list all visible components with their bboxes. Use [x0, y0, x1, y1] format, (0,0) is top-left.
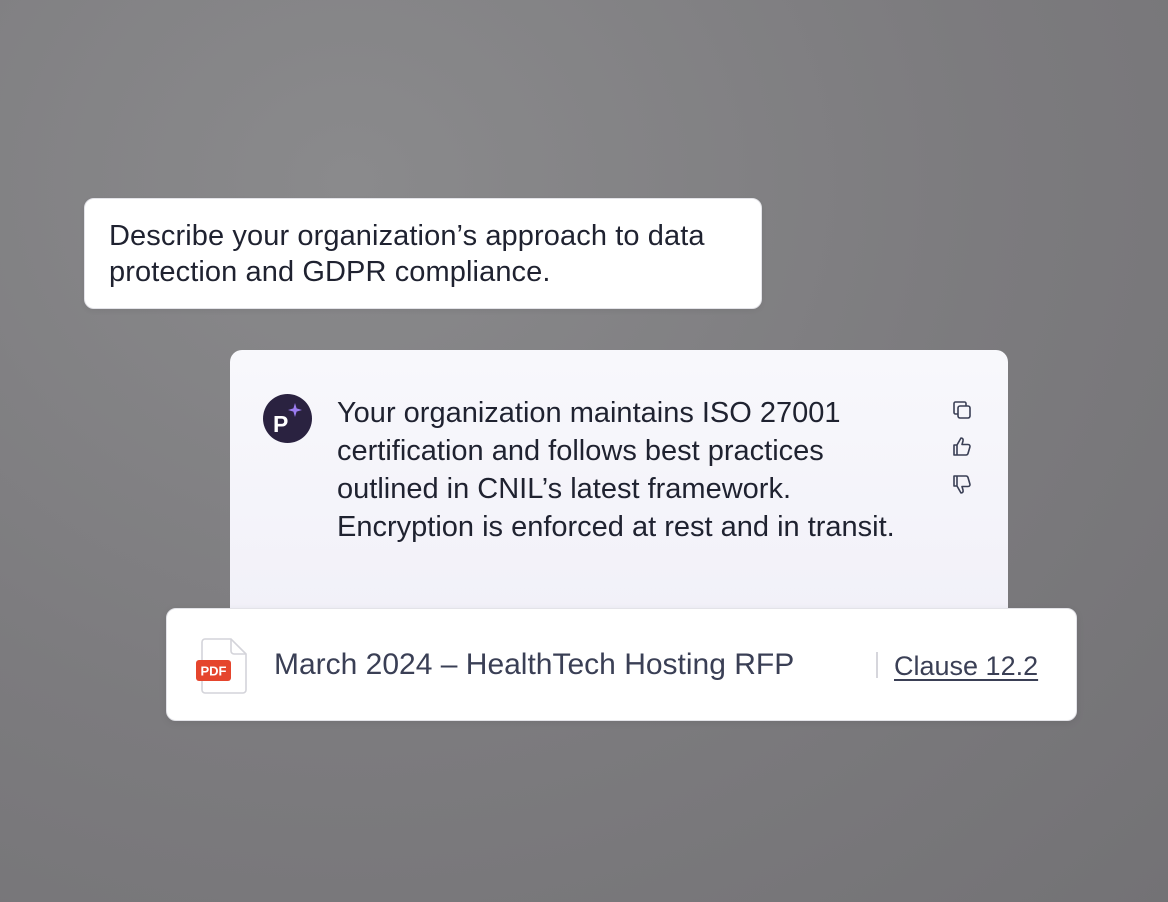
assistant-avatar: P [263, 394, 312, 443]
assistant-answer-text: Your organization maintains ISO 27001 ce… [337, 397, 895, 543]
copy-icon [953, 401, 971, 419]
thumbs-down-button[interactable] [946, 468, 978, 500]
source-document-card[interactable]: PDF March 2024 – HealthTech Hosting RFP … [166, 608, 1077, 721]
source-divider [876, 652, 878, 678]
thumbs-up-button[interactable] [946, 431, 978, 463]
pdf-file-icon: PDF [196, 638, 247, 694]
user-question-bubble: Describe your organization’s approach to… [84, 198, 762, 309]
sparkle-icon: P [273, 403, 302, 437]
pdf-badge-label: PDF [201, 664, 227, 679]
copy-button[interactable] [946, 394, 978, 426]
answer-actions [946, 394, 978, 505]
clause-link[interactable]: Clause 12.2 [894, 649, 1038, 683]
thumbs-up-icon [953, 437, 971, 456]
thumbs-down-icon [953, 475, 971, 494]
assistant-answer-card: P Your organization maintains ISO 27001 … [230, 350, 1008, 642]
user-question-text: Describe your organization’s approach to… [109, 220, 705, 288]
avatar-letter: P [273, 411, 288, 437]
source-document-title[interactable]: March 2024 – HealthTech Hosting RFP [274, 647, 794, 683]
